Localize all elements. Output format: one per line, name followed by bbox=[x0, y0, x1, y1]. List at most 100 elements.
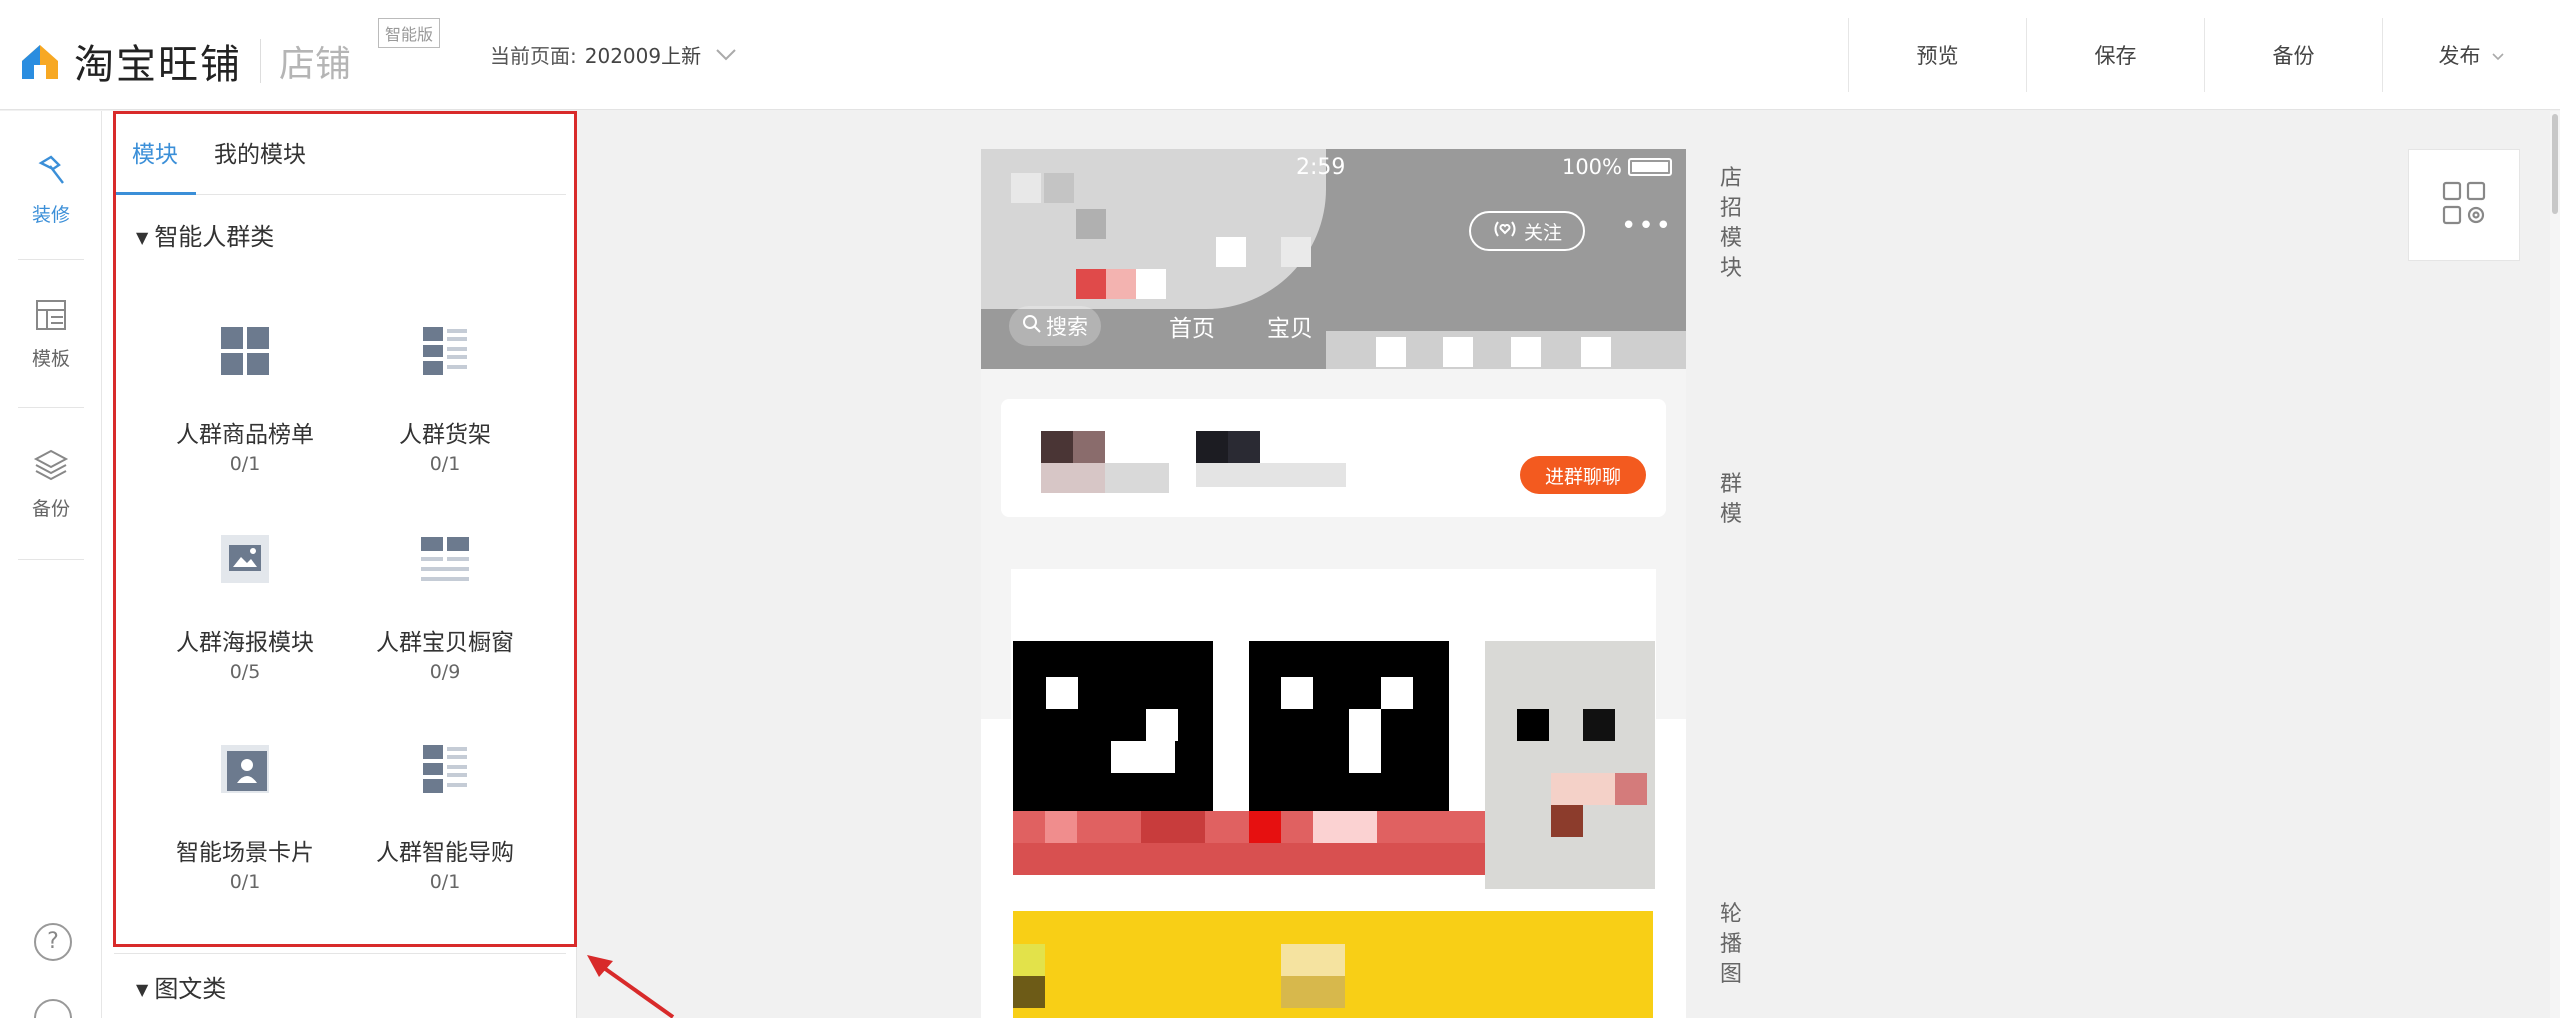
hammer-icon bbox=[0, 153, 102, 194]
rail-item-label: 备份 bbox=[31, 498, 70, 520]
module-crowd-showcase[interactable]: 人群宝贝橱窗 0/9 bbox=[345, 533, 545, 683]
mosaic-block bbox=[1076, 209, 1106, 239]
mosaic-block bbox=[1141, 811, 1205, 843]
grid-icon bbox=[219, 325, 271, 377]
header-actions: 预览 保存 备份 发布 bbox=[1848, 18, 2560, 92]
mosaic-block bbox=[1073, 431, 1105, 463]
mosaic-block bbox=[1196, 431, 1228, 463]
mosaic-block bbox=[1105, 463, 1169, 493]
left-rail: 装修 模板 备份 ? bbox=[0, 111, 102, 1018]
shop-sign-area[interactable]: 2:59 100% 关注 ••• 搜索 首页 宝贝 bbox=[981, 149, 1686, 369]
group-graphic-text-header[interactable]: ▼ 图文类 bbox=[136, 969, 226, 1004]
battery-percent: 100% bbox=[1561, 155, 1622, 179]
current-page-value: 202009上新 bbox=[584, 44, 702, 68]
module-name: 人群商品榜单 bbox=[176, 422, 314, 448]
mosaic-block bbox=[1381, 677, 1413, 709]
template-icon bbox=[0, 297, 102, 338]
module-crowd-poster[interactable]: 人群海报模块 0/5 bbox=[145, 533, 345, 683]
tab-modules[interactable]: 模块 bbox=[114, 111, 196, 195]
help-icon[interactable]: ? bbox=[34, 923, 72, 961]
module-crowd-rank-list[interactable]: 人群商品榜单 0/1 bbox=[145, 325, 345, 475]
side-label-shop-sign: 店招模块 bbox=[1719, 166, 1742, 281]
mosaic-block bbox=[1517, 709, 1549, 741]
preview-button[interactable]: 预览 bbox=[1848, 18, 2026, 92]
tab-my-modules[interactable]: 我的模块 bbox=[196, 111, 324, 195]
module-name: 人群货架 bbox=[399, 422, 491, 448]
more-icon[interactable]: ••• bbox=[1621, 211, 1673, 241]
mosaic-block bbox=[1228, 431, 1260, 463]
rail-item-decorate[interactable]: 装修 bbox=[0, 153, 102, 227]
module-count: 0/1 bbox=[429, 871, 461, 893]
group-smart-crowd-header[interactable]: ▼ 智能人群类 bbox=[136, 217, 274, 252]
info-icon[interactable] bbox=[34, 999, 72, 1018]
mosaic-block bbox=[1196, 463, 1346, 487]
publish-button[interactable]: 发布 bbox=[2382, 18, 2560, 92]
mosaic-block bbox=[1281, 677, 1313, 709]
nav-home[interactable]: 首页 bbox=[1169, 309, 1215, 343]
search-button[interactable]: 搜索 bbox=[1009, 306, 1101, 346]
house-logo-icon bbox=[18, 39, 62, 83]
shop-label: 店铺 bbox=[279, 44, 352, 85]
chevron-down-icon bbox=[2491, 43, 2505, 67]
mosaic-block bbox=[1011, 173, 1041, 203]
mosaic-block bbox=[1511, 337, 1541, 367]
divider bbox=[18, 407, 84, 408]
top-bar: 淘宝旺铺 店铺 智能版 当前页面: 202009上新 预览 保存 备份 发布 bbox=[0, 0, 2560, 110]
module-name: 人群智能导购 bbox=[376, 840, 514, 866]
mosaic-block bbox=[1313, 811, 1377, 843]
module-crowd-shelf[interactable]: 人群货架 0/1 bbox=[345, 325, 545, 475]
module-name: 人群海报模块 bbox=[176, 630, 314, 656]
mosaic-block bbox=[1106, 269, 1136, 299]
mosaic-block bbox=[1146, 709, 1178, 741]
logo-text: 淘宝旺铺 bbox=[74, 42, 242, 88]
rail-item-backup[interactable]: 备份 bbox=[0, 447, 102, 521]
apps-settings-button[interactable] bbox=[2408, 149, 2520, 261]
mosaic-block bbox=[1111, 741, 1175, 773]
current-page-selector[interactable]: 当前页面: 202009上新 bbox=[490, 40, 737, 69]
publish-label: 发布 bbox=[2438, 44, 2481, 68]
mosaic-block bbox=[1041, 431, 1073, 463]
save-button[interactable]: 保存 bbox=[2026, 18, 2204, 92]
nav-items[interactable]: 宝贝 bbox=[1267, 309, 1313, 343]
mosaic-block bbox=[1013, 976, 1045, 1008]
mosaic-block bbox=[1281, 976, 1345, 1008]
mosaic-block bbox=[1013, 944, 1045, 976]
follow-button[interactable]: 关注 bbox=[1469, 211, 1585, 251]
battery-status: 100% bbox=[1562, 155, 1672, 179]
module-crowd-smart-guide[interactable]: 人群智能导购 0/1 bbox=[345, 743, 545, 893]
mosaic-block bbox=[1041, 463, 1105, 493]
mosaic-block bbox=[1551, 805, 1583, 837]
rail-item-label: 模板 bbox=[31, 348, 70, 370]
module-count: 0/1 bbox=[229, 453, 261, 475]
scrollbar-track[interactable] bbox=[2550, 111, 2560, 1018]
portrait-card-icon bbox=[219, 743, 271, 795]
module-count: 0/1 bbox=[229, 871, 261, 893]
mosaic-block bbox=[1046, 677, 1078, 709]
window-icon bbox=[419, 533, 471, 585]
backup-button[interactable]: 备份 bbox=[2204, 18, 2382, 92]
module-name: 智能场景卡片 bbox=[176, 840, 314, 866]
follow-label: 关注 bbox=[1523, 221, 1562, 244]
scrollbar-thumb[interactable] bbox=[2552, 114, 2558, 214]
annotation-arrow bbox=[585, 955, 675, 1018]
mosaic-block bbox=[1216, 237, 1246, 267]
search-label: 搜索 bbox=[1046, 315, 1088, 339]
logo: 淘宝旺铺 店铺 bbox=[18, 32, 351, 90]
divider bbox=[260, 39, 261, 83]
mosaic-block bbox=[1076, 269, 1106, 299]
image-icon bbox=[219, 533, 271, 585]
mosaic-block bbox=[1376, 337, 1406, 367]
join-group-chat-button[interactable]: 进群聊聊 bbox=[1520, 456, 1646, 494]
caret-down-icon: ▼ bbox=[136, 228, 149, 247]
rail-item-template[interactable]: 模板 bbox=[0, 297, 102, 371]
rail-item-label: 装修 bbox=[31, 204, 70, 226]
chevron-down-icon bbox=[715, 43, 737, 67]
mosaic-block bbox=[1615, 773, 1647, 805]
mosaic-block bbox=[1281, 237, 1311, 267]
mosaic-block bbox=[1281, 944, 1345, 976]
module-count: 0/9 bbox=[429, 661, 461, 683]
module-count: 0/1 bbox=[429, 453, 461, 475]
battery-icon bbox=[1628, 158, 1672, 176]
mosaic-block bbox=[1349, 709, 1381, 773]
module-smart-scene-card[interactable]: 智能场景卡片 0/1 bbox=[145, 743, 345, 893]
